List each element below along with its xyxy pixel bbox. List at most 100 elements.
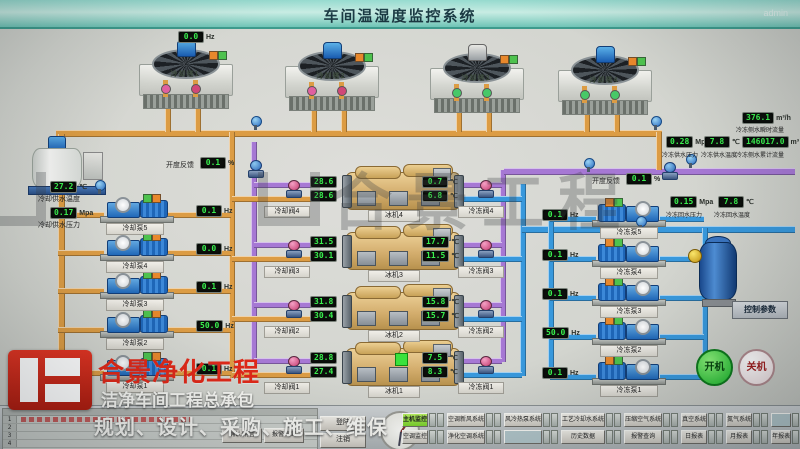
cooling-pump-5[interactable] xyxy=(104,196,170,223)
frequency-display: 0.1 xyxy=(542,288,568,300)
valve-icon xyxy=(610,90,620,100)
nav-disabled xyxy=(504,430,542,444)
nav-hvac-monitor[interactable]: 空调监控 xyxy=(402,430,428,444)
frequency-display: 0.1 xyxy=(542,249,568,261)
cooling-tower-3[interactable]: 冷却塔3 xyxy=(428,44,524,114)
nav-alarm-query[interactable]: 报警查询 xyxy=(624,430,662,444)
chilled-valve-icon[interactable] xyxy=(478,356,492,373)
unit-label: ℃ xyxy=(732,138,740,146)
unit-label: Hz xyxy=(570,370,579,377)
nav-daily-report[interactable]: 日报表 xyxy=(681,430,707,444)
chilled-valve-icon[interactable] xyxy=(478,300,492,317)
pipe xyxy=(254,358,312,364)
nav-cell xyxy=(771,413,800,427)
unit-label: ℃ xyxy=(79,183,87,191)
gauge-icon xyxy=(635,241,651,257)
logo-shape xyxy=(45,384,80,402)
pump-frequency: 50.0Hz xyxy=(196,320,234,332)
unit-label: % xyxy=(654,176,660,183)
nav-cell: 压缩空气系统 xyxy=(624,413,678,427)
nav-fresh-air[interactable]: 空调新风系统 xyxy=(447,413,485,427)
valve-icon xyxy=(191,84,201,94)
end-cap xyxy=(342,295,352,328)
cooling-valve-icon[interactable] xyxy=(286,356,300,373)
valve-label: 冷却阀1 xyxy=(264,382,310,394)
cooling-pump-4[interactable] xyxy=(104,234,170,261)
valve-icon xyxy=(482,88,492,98)
motorized-valve-icon[interactable] xyxy=(662,162,676,179)
nav-history-data[interactable]: 历史数据 xyxy=(561,430,605,444)
sensor-icon xyxy=(650,116,662,130)
unit-label: Mpa xyxy=(699,199,713,206)
frequency-display: 0.0 xyxy=(178,31,204,43)
pipe xyxy=(58,250,104,256)
panel-icon xyxy=(357,251,376,266)
logo-shape xyxy=(45,358,80,376)
motorized-valve-icon[interactable] xyxy=(248,160,262,177)
start-button[interactable]: 开机 xyxy=(696,349,733,386)
chilled-return-temp: 7.8 ℃ xyxy=(718,196,754,208)
nav-nitrogen[interactable]: 氮气系统 xyxy=(726,413,752,427)
cooling-valve-icon[interactable] xyxy=(286,240,300,257)
valve-icon xyxy=(580,90,590,100)
chiller-label: 冰机2 xyxy=(368,330,420,342)
title-bar: 车间温湿度监控系统 admin xyxy=(0,0,800,29)
chilled-pump-4[interactable] xyxy=(596,240,662,267)
chilled-supply-pressure: 0.28 Mpa xyxy=(666,136,709,148)
value-display: 31.8 xyxy=(310,296,337,308)
tower-label: 冷却塔4 xyxy=(556,75,652,85)
chilled-valve-icon[interactable] xyxy=(478,240,492,257)
cooling-valve-icon[interactable] xyxy=(286,180,300,197)
cooling-tower-1[interactable]: 冷却塔1 xyxy=(137,40,233,110)
pump-label: 冷冻泵5 xyxy=(600,227,658,239)
pump-label: 冷却泵2 xyxy=(106,338,164,350)
metric-label: 冷冻供水压力 xyxy=(662,150,698,159)
led-icon xyxy=(753,413,760,427)
chw-temp-top: 15.8℃ xyxy=(422,296,459,308)
led-icon xyxy=(543,413,550,427)
chilled-pump-2[interactable] xyxy=(596,318,662,345)
nav-clean-hvac[interactable]: 净化空调系统 xyxy=(447,430,485,444)
chiller-out-temp: 27.4 xyxy=(310,366,337,378)
pipe xyxy=(254,182,312,188)
chilled-pump-5[interactable] xyxy=(596,200,662,227)
cooling-pump-3[interactable] xyxy=(104,272,170,299)
pump-label: 冷冻泵2 xyxy=(600,345,658,357)
cooling-pump-2[interactable] xyxy=(104,311,170,338)
stop-button[interactable]: 关机 xyxy=(738,349,775,386)
pump-frequency: 0.0Hz xyxy=(196,243,233,255)
led-icon xyxy=(606,430,613,444)
nav-monthly-report[interactable]: 月报表 xyxy=(726,430,752,444)
control-params-button[interactable]: 控制参数 xyxy=(732,301,788,319)
value-display: 28.6 xyxy=(310,176,337,188)
chilled-pump-1[interactable] xyxy=(596,358,662,385)
nav-cell: 历史数据 xyxy=(561,430,621,444)
led-icon xyxy=(551,413,558,427)
chilled-valve-icon[interactable] xyxy=(478,180,492,197)
led-icon xyxy=(614,413,621,427)
cooling-tower-2[interactable]: 冷却塔2 xyxy=(283,42,379,112)
status-icon xyxy=(605,198,614,207)
panel-icon xyxy=(389,191,408,206)
nav-heat-pump[interactable]: 风冷热泵系统 xyxy=(504,413,542,427)
chilled-pump-3[interactable] xyxy=(596,279,662,306)
unit-label: Mpa xyxy=(79,210,93,217)
gauge-icon xyxy=(115,273,131,289)
nav-vacuum[interactable]: 真空系统 xyxy=(681,413,707,427)
nav-button-grid: 主机监控 空调新风系统 风冷热泵系统 工艺冷却水系统 压缩空气系统 真空系统 氮… xyxy=(402,413,798,445)
value-display: 146017.0 xyxy=(742,136,789,148)
pipe xyxy=(254,242,312,248)
frequency-display: 0.1 xyxy=(196,281,222,293)
nav-main-monitor[interactable]: 主机监控 xyxy=(402,413,428,427)
metric-label: 冷冻回水温度 xyxy=(714,210,750,219)
tower1-frequency: 0.0 Hz xyxy=(178,31,215,43)
nav-compressed-air[interactable]: 压缩空气系统 xyxy=(624,413,662,427)
nav-process-cooling[interactable]: 工艺冷却水系统 xyxy=(561,413,605,427)
cooling-valve-icon[interactable] xyxy=(286,300,300,317)
page-title: 车间温湿度监控系统 xyxy=(0,5,800,26)
cooling-tower-4[interactable]: 冷却塔4 xyxy=(556,46,652,116)
pump-frequency: 0.1Hz xyxy=(196,281,233,293)
frequency-display: 50.0 xyxy=(196,320,223,332)
panel-icon xyxy=(389,367,408,382)
nav-yearly-report[interactable]: 年报表 xyxy=(771,430,791,444)
